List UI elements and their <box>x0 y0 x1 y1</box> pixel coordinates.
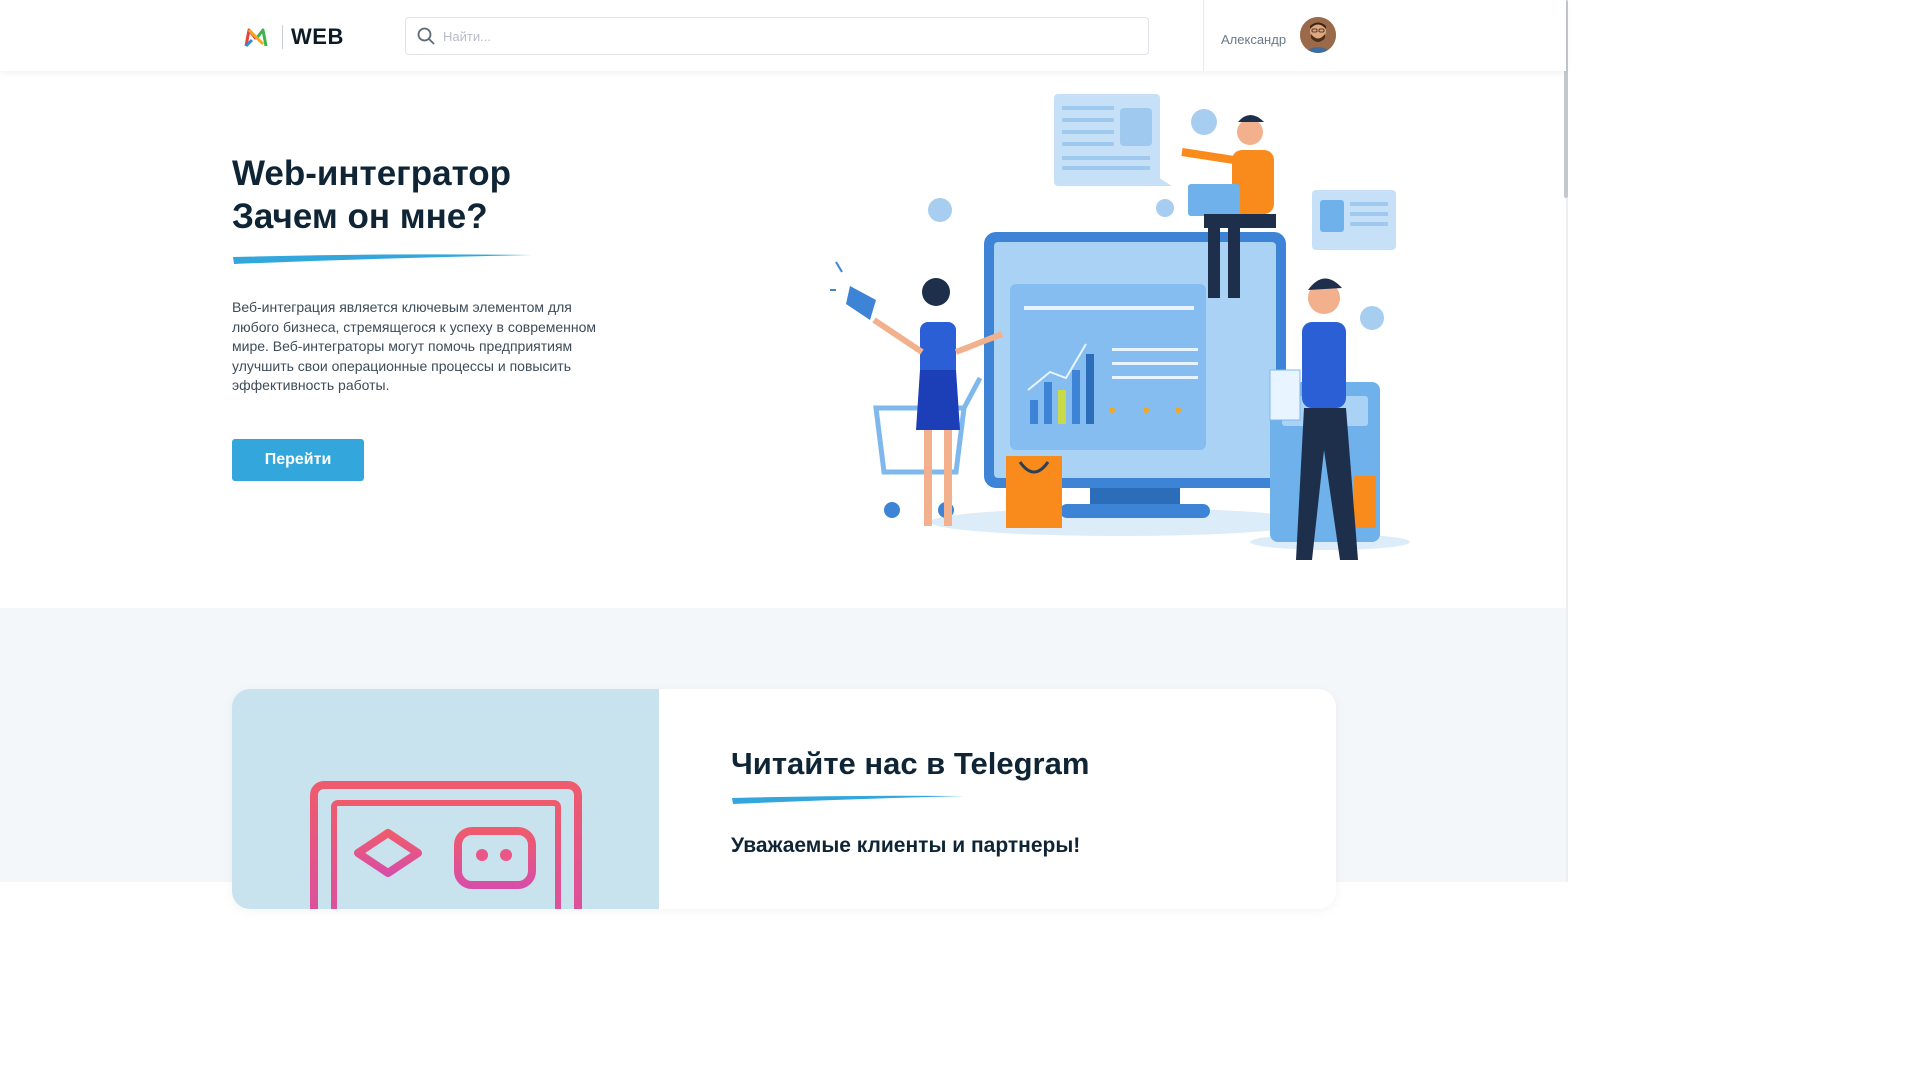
logo-icon <box>244 28 268 48</box>
avatar[interactable] <box>1300 17 1336 53</box>
telegram-integration-icon <box>310 781 582 909</box>
search-icon <box>417 27 435 45</box>
search-input[interactable] <box>441 20 1148 52</box>
go-button[interactable]: Перейти <box>232 439 364 481</box>
logo-divider <box>282 25 283 49</box>
avatar-image <box>1300 17 1336 53</box>
logo-text: WEB <box>291 24 344 49</box>
header-separator <box>1203 0 1204 71</box>
search-box[interactable] <box>405 17 1149 55</box>
user-name[interactable]: Александр <box>1221 32 1286 47</box>
hero-title-underline <box>233 254 532 264</box>
hero-title-line1: Web-интегратор <box>232 154 512 193</box>
hero-illustration <box>830 94 1410 560</box>
telegram-card-image <box>232 689 659 909</box>
hero-title-line2: Зачем он мне? <box>232 197 488 236</box>
telegram-title-underline <box>732 795 965 804</box>
hero-title: Web-интегратор Зачем он мне? <box>232 152 511 238</box>
logo[interactable]: WEB <box>244 24 344 50</box>
top-header: WEB Александр <box>0 0 1566 71</box>
telegram-subtitle: Уважаемые клиенты и партнеры! <box>731 834 1081 857</box>
hero-description: Веб-интеграция является ключевым элемент… <box>232 299 597 394</box>
telegram-title: Читайте нас в Telegram <box>731 746 1090 781</box>
